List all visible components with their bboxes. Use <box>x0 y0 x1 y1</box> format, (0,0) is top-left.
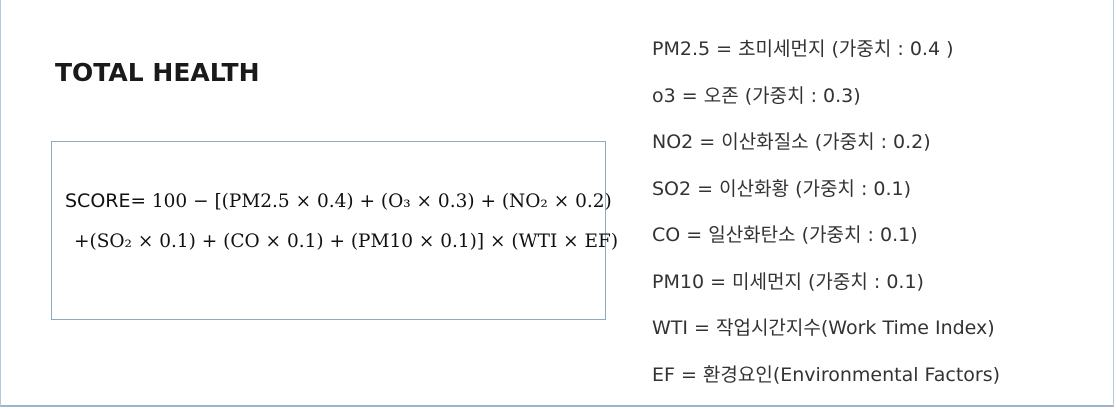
definition-so2: SO2 = 이산화황 (가중치 : 0.1) <box>652 177 912 200</box>
definition-no2: NO2 = 이산화질소 (가중치 : 0.2) <box>652 131 931 153</box>
definition-pm25: PM2.5 = 초미세먼지 (가중치 : 0.4 ) <box>652 38 954 60</box>
page-title: TOTAL HEALTH <box>55 58 260 87</box>
definition-list: PM2.5 = 초미세먼지 (가중치 : 0.4 ) o3 = 오존 (가중치 … <box>652 34 1000 406</box>
formula-line-1: SCORE= 100 − [(PM2.5 × 0.4) + (O₃ × 0.3)… <box>65 189 612 214</box>
definition-o3: o3 = 오존 (가중치 : 0.3) <box>652 84 861 107</box>
definition-pm10: PM10 = 미세먼지 (가중치 : 0.1) <box>652 270 924 293</box>
formula-line-2: +(SO₂ × 0.1) + (CO × 0.1) + (PM10 × 0.1)… <box>74 229 618 254</box>
formula-expression-1: = 100 − [(PM2.5 × 0.4) + (O₃ × 0.3) + (N… <box>130 191 612 212</box>
definition-wti: WTI = 작업시간지수(Work Time Index) <box>652 317 995 339</box>
formula-score-label: SCORE <box>65 190 131 212</box>
formula-box: SCORE= 100 − [(PM2.5 × 0.4) + (O₃ × 0.3)… <box>51 141 618 320</box>
definition-co: CO = 일산화탄소 (가중치 : 0.1) <box>652 224 918 246</box>
definition-ef: EF = 환경요인(Environmental Factors) <box>652 363 1001 386</box>
formula-expression-2: +(SO₂ × 0.1) + (CO × 0.1) + (PM10 × 0.1)… <box>74 231 619 252</box>
